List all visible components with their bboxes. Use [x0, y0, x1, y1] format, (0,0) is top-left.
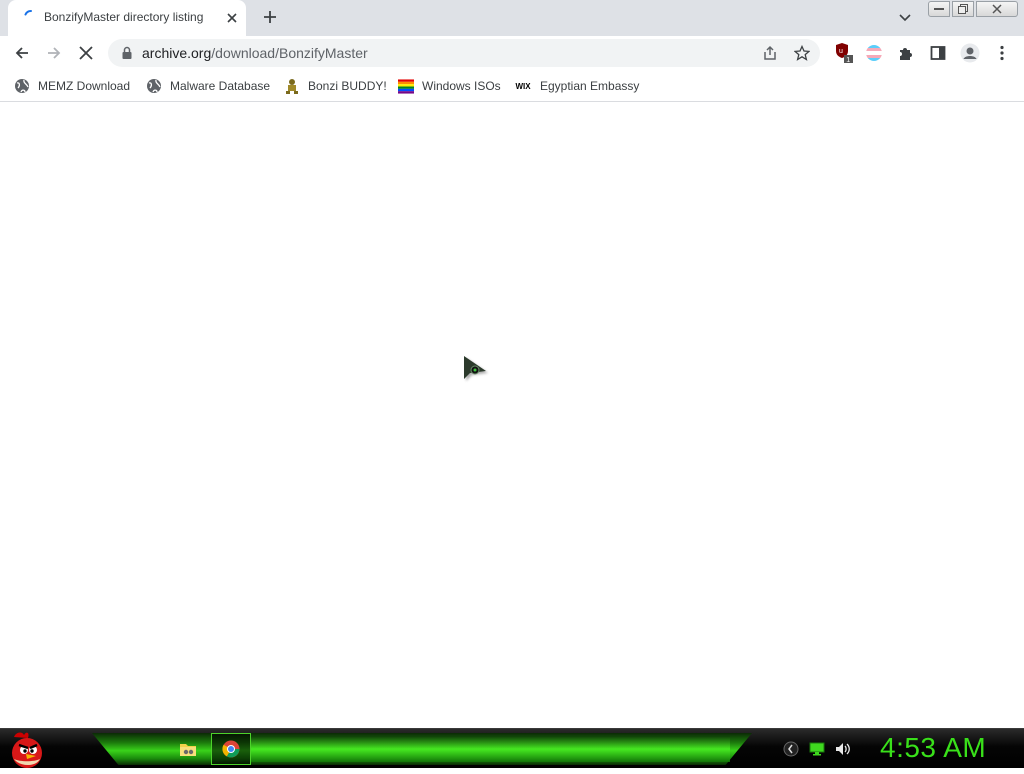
ublock-extension-button[interactable]: u 1 — [830, 39, 858, 67]
new-tab-button[interactable] — [258, 5, 282, 29]
tab-active[interactable]: BonzifyMaster directory listing — [8, 0, 246, 36]
wix-icon: WIX — [514, 78, 532, 94]
bookmark-label: Egyptian Embassy — [540, 79, 640, 93]
url-text: archive.org/download/BonzifyMaster — [142, 45, 368, 61]
stop-button[interactable] — [72, 39, 100, 67]
bookmark-egyptian-embassy[interactable]: WIX Egyptian Embassy — [514, 76, 639, 96]
system-tray — [780, 735, 858, 763]
address-bar[interactable]: archive.org/download/BonzifyMaster — [108, 39, 820, 67]
ublock-shield-icon: u 1 — [836, 43, 853, 64]
chrome-icon — [222, 740, 240, 758]
close-icon — [992, 4, 1002, 14]
taskbar-green-shine — [250, 736, 730, 762]
tab-close-button[interactable] — [222, 8, 242, 28]
trans-flag-extension-button[interactable] — [860, 39, 888, 67]
taskbar-file-explorer[interactable] — [168, 733, 208, 765]
bookmark-malware-database[interactable]: Malware Database — [146, 76, 270, 96]
forward-button[interactable] — [40, 39, 68, 67]
taskbar: 4:53 AM — [0, 728, 1024, 768]
back-button[interactable] — [8, 39, 36, 67]
busy-cursor-icon — [464, 356, 488, 381]
bookmarks-bar: MEMZ Download Malware Database Bonzi BUD… — [0, 70, 1024, 102]
tab-strip: BonzifyMaster directory listing — [0, 0, 1024, 36]
globe-icon — [146, 78, 162, 94]
url-path: /download/BonzifyMaster — [211, 45, 368, 61]
bookmark-label: Bonzi BUDDY! — [308, 79, 387, 93]
restore-button[interactable] — [952, 1, 974, 17]
profile-avatar-icon — [960, 43, 980, 63]
url-host: archive.org — [142, 45, 212, 61]
bonzi-icon — [284, 78, 300, 94]
restore-icon — [958, 4, 968, 14]
rainbow-flag-icon — [398, 78, 414, 94]
bookmark-memz-download[interactable]: MEMZ Download — [14, 76, 130, 96]
menu-button[interactable] — [988, 39, 1016, 67]
network-monitor-icon — [809, 742, 825, 756]
star-icon — [794, 45, 810, 61]
minimize-button[interactable] — [928, 1, 950, 17]
puzzle-icon — [900, 48, 912, 60]
back-arrow-icon — [15, 47, 28, 59]
minimize-icon — [934, 8, 944, 10]
extension-badge: 1 — [846, 57, 850, 64]
forward-arrow-icon — [48, 47, 61, 59]
side-panel-icon — [930, 46, 946, 60]
chevron-down-icon — [899, 14, 911, 22]
close-icon — [227, 13, 237, 23]
angry-bird-icon — [12, 732, 42, 768]
svg-text:u: u — [839, 48, 843, 55]
lock-icon — [122, 46, 132, 59]
profile-button[interactable] — [956, 39, 984, 67]
folder-icon — [180, 744, 196, 756]
bookmark-label: Malware Database — [170, 79, 271, 93]
stop-loading-icon — [79, 46, 93, 60]
bookmark-star-button[interactable] — [792, 43, 812, 63]
bookmark-bonzi-buddy[interactable]: Bonzi BUDDY! — [284, 76, 387, 96]
bookmark-windows-isos[interactable]: Windows ISOs — [398, 76, 501, 96]
tray-network-button[interactable] — [806, 738, 828, 760]
browser-toolbar: archive.org/download/BonzifyMaster u 1 — [0, 36, 1024, 70]
side-panel-button[interactable] — [924, 39, 952, 67]
globe-icon — [14, 78, 30, 94]
share-button[interactable] — [760, 43, 780, 63]
wix-icon-text: WIX — [515, 81, 531, 91]
close-window-button[interactable] — [976, 1, 1018, 17]
volume-icon — [836, 743, 850, 755]
page-content — [0, 103, 1024, 728]
start-button[interactable] — [6, 729, 48, 769]
bookmark-label: MEMZ Download — [38, 79, 131, 93]
taskbar-chrome[interactable] — [211, 733, 251, 765]
tray-volume-button[interactable] — [832, 738, 854, 760]
tab-title: BonzifyMaster directory listing — [44, 10, 204, 24]
tab-search-button[interactable] — [895, 8, 915, 28]
tray-dark-icon[interactable] — [780, 738, 802, 760]
bookmark-label: Windows ISOs — [422, 79, 501, 93]
trans-flag-icon — [866, 45, 882, 61]
taskbar-clock[interactable]: 4:53 AM — [880, 732, 986, 764]
plus-icon — [264, 11, 276, 23]
share-icon — [764, 45, 776, 60]
extensions-button[interactable] — [892, 39, 920, 67]
bonzi-tray-icon — [783, 741, 799, 757]
more-vert-icon — [1000, 45, 1004, 61]
loading-spinner-icon — [24, 10, 32, 16]
